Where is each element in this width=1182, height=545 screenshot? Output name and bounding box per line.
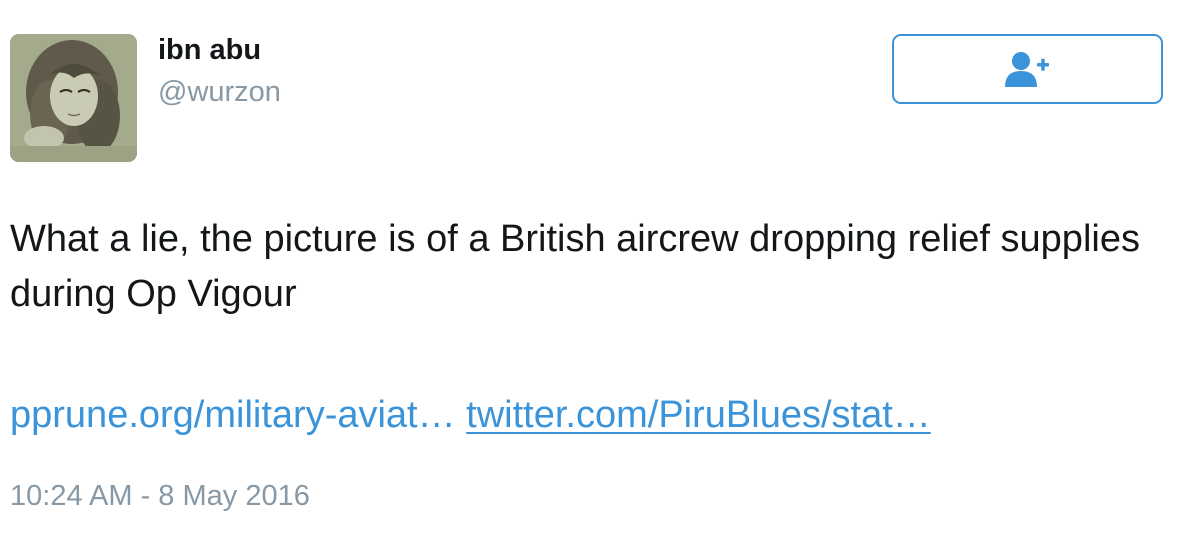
tweet-links: pprune.org/military-aviat… twitter.com/P… <box>10 388 931 443</box>
tweet-timestamp[interactable]: 10:24 AM - 8 May 2016 <box>10 478 310 514</box>
add-user-icon <box>1004 52 1049 87</box>
avatar-image <box>10 34 137 162</box>
follow-button[interactable] <box>892 34 1163 104</box>
display-name[interactable]: ibn abu <box>158 32 261 68</box>
tweet-link-twitter[interactable]: twitter.com/PiruBlues/stat… <box>466 394 931 436</box>
avatar[interactable] <box>10 34 137 162</box>
tweet-link-pprune[interactable]: pprune.org/military-aviat… <box>10 394 456 436</box>
user-handle[interactable]: @wurzon <box>158 74 281 110</box>
tweet-text: What a lie, the picture is of a British … <box>10 218 1140 315</box>
